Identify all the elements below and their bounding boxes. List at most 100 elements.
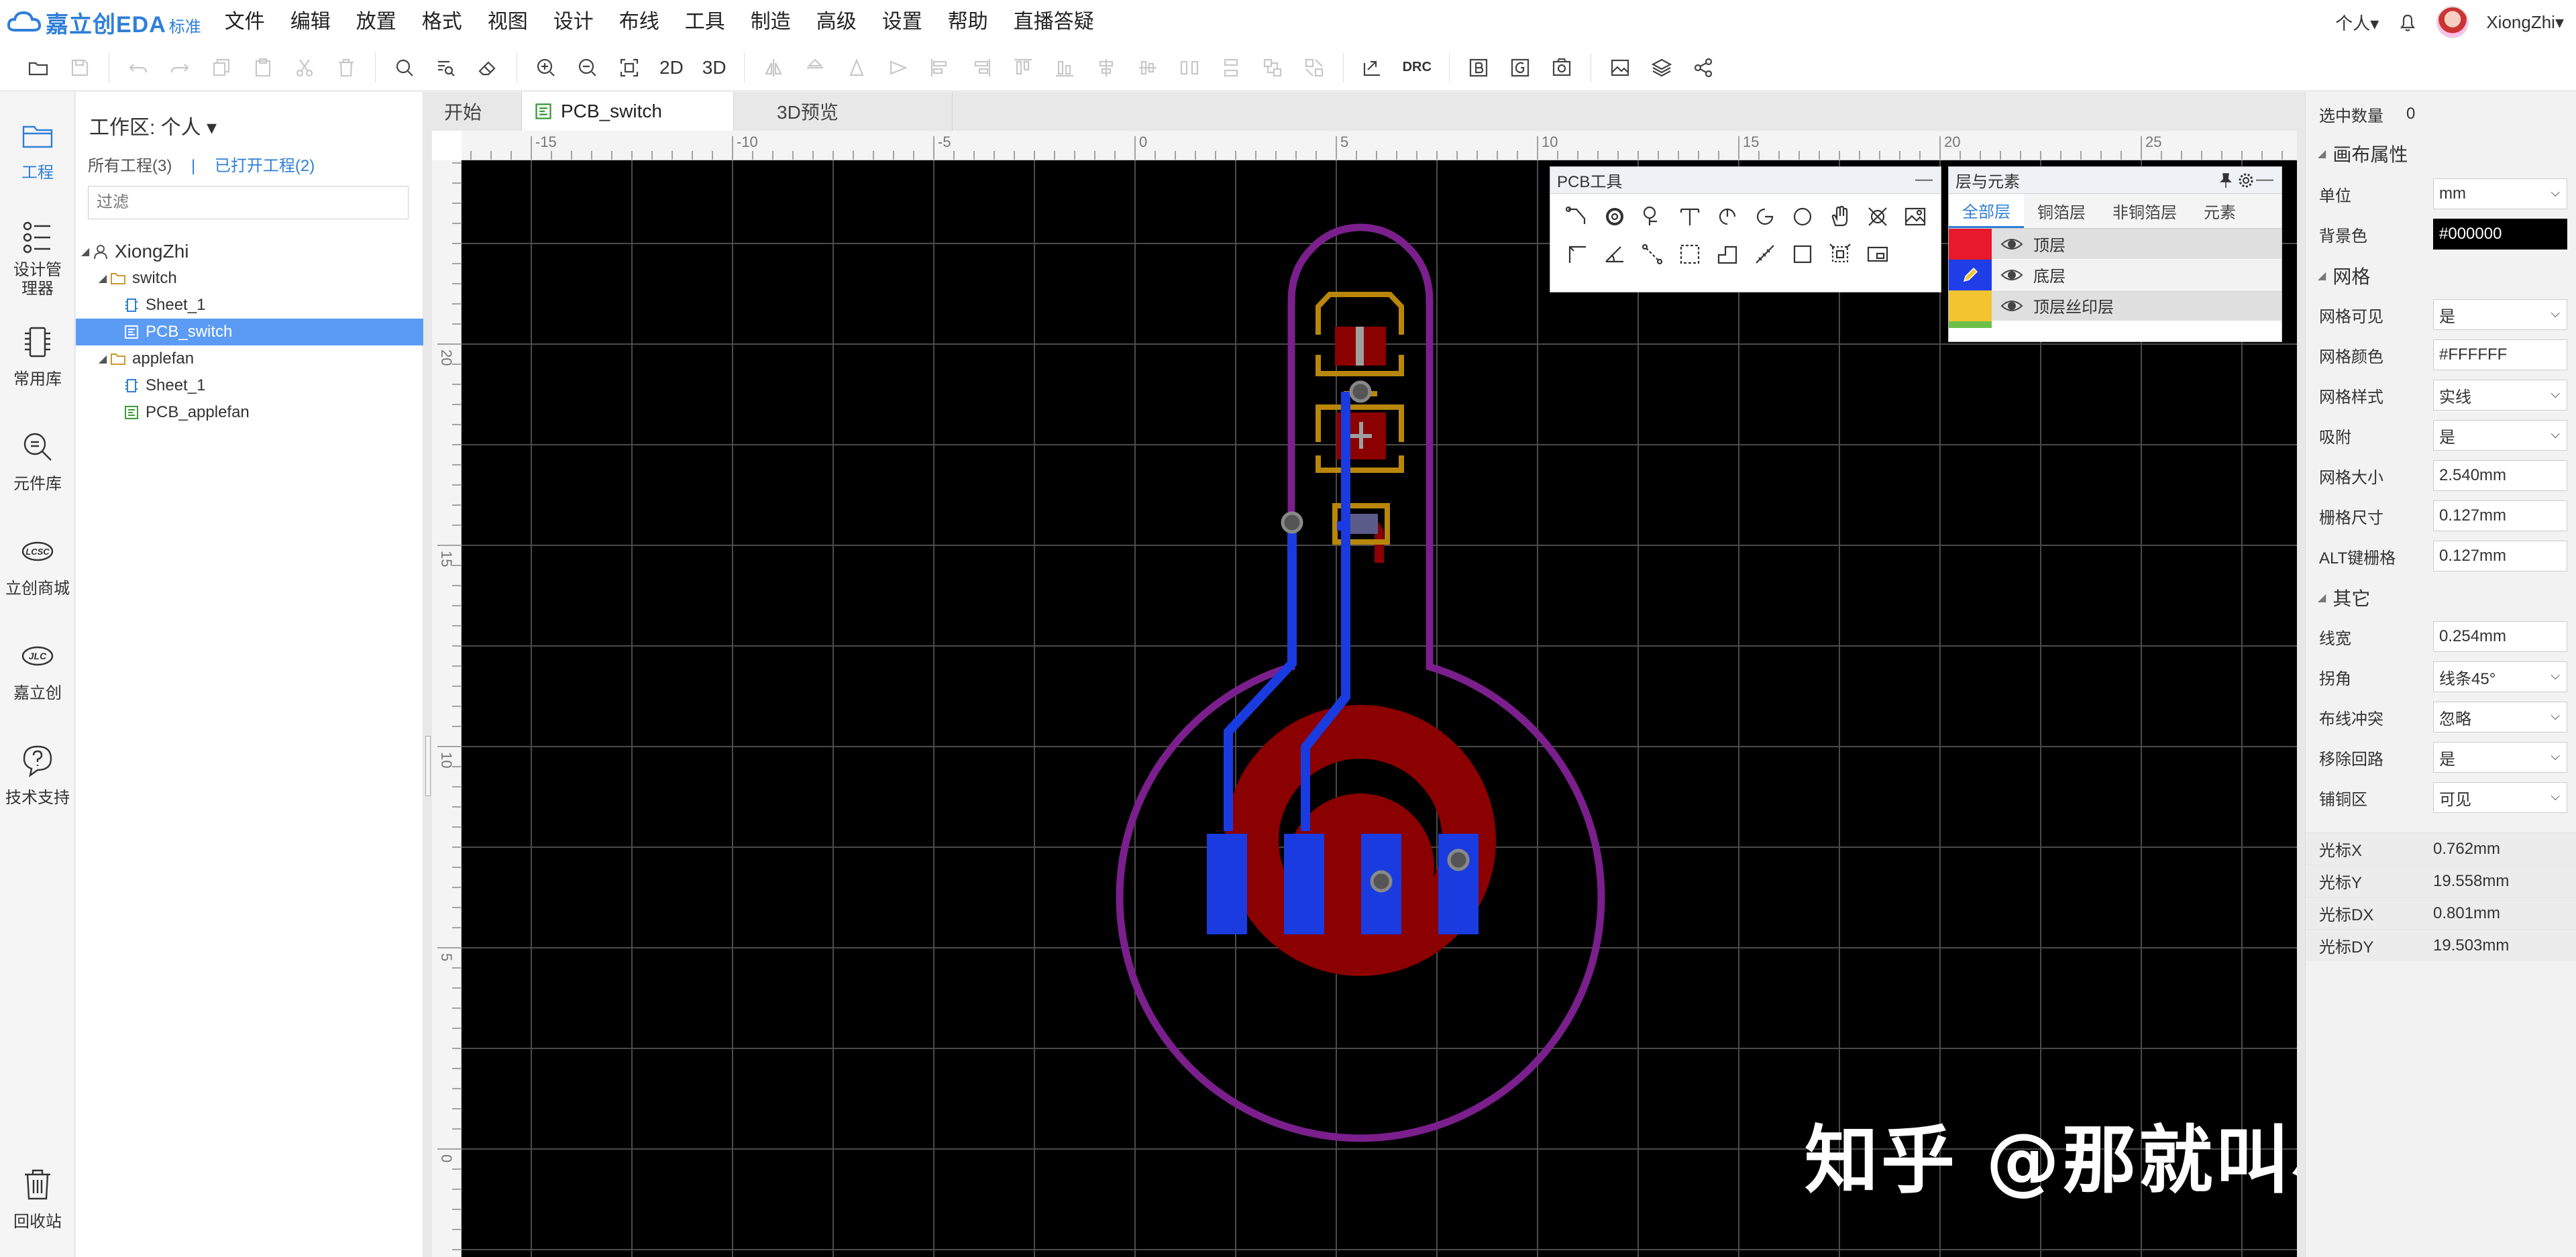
minimize-icon[interactable]: — xyxy=(1915,168,1933,189)
unit-select[interactable]: mm ⌵ xyxy=(2433,178,2567,209)
angle-tool[interactable] xyxy=(1596,235,1633,273)
tab-start[interactable]: 开始 xyxy=(432,92,522,131)
app-logo[interactable]: 嘉立创EDA 标准 xyxy=(0,0,201,44)
scope-dropdown[interactable]: 个人▾ xyxy=(2335,10,2379,35)
layer-color-swatch[interactable] xyxy=(1949,259,1992,290)
copy-button[interactable] xyxy=(206,52,237,83)
layer-tab-all[interactable]: 全部层 xyxy=(1949,194,2024,228)
all-projects-link[interactable]: 所有工程(3) xyxy=(88,157,172,175)
rail-support[interactable]: 技术支持 xyxy=(0,741,75,808)
layer-color-swatch[interactable] xyxy=(1949,228,1992,260)
clear-button[interactable] xyxy=(472,52,503,83)
tree-pcb-selected[interactable]: PCB_switch xyxy=(76,319,423,345)
filter-input[interactable] xyxy=(88,186,409,219)
grid-visible-select[interactable]: 是 ⌵ xyxy=(2433,299,2567,330)
copper-pour-tool[interactable] xyxy=(1821,235,1859,273)
avatar[interactable] xyxy=(2436,6,2469,38)
layer-color-swatch[interactable] xyxy=(1949,290,1992,321)
solid-region-tool[interactable] xyxy=(1709,235,1746,273)
view-2d-button[interactable]: 2D xyxy=(659,57,684,78)
collapse-arrow-icon[interactable]: ◢ xyxy=(96,272,109,285)
menu-advanced[interactable]: 高级 xyxy=(804,0,869,44)
tree-user-node[interactable]: ◢ XiongZhi xyxy=(76,238,423,265)
bell-icon[interactable] xyxy=(2396,11,2419,34)
align-right-button[interactable] xyxy=(966,52,997,83)
menu-live-qa[interactable]: 直播答疑 xyxy=(1001,0,1107,44)
menu-settings[interactable]: 设置 xyxy=(869,0,935,44)
username-dropdown[interactable]: XiongZhi▾ xyxy=(2486,12,2564,33)
line-width-input[interactable]: 0.254mm xyxy=(2433,621,2567,652)
properties-collapse-strip[interactable] xyxy=(2297,92,2305,1257)
measure-tool[interactable] xyxy=(1746,235,1784,273)
view-3d-button[interactable]: 3D xyxy=(702,57,727,78)
arc-center-tool[interactable] xyxy=(1746,198,1784,235)
region-tool[interactable] xyxy=(1671,235,1709,273)
eye-icon[interactable] xyxy=(2000,236,2024,252)
copper-pour-select[interactable]: 可见 ⌵ xyxy=(2433,782,2567,813)
tree-sheet[interactable]: Sheet_1 xyxy=(76,372,423,399)
pan-tool[interactable] xyxy=(1821,198,1859,235)
canvas-origin-tool[interactable] xyxy=(1859,235,1896,273)
menu-design[interactable]: 设计 xyxy=(541,0,606,44)
tree-sheet[interactable]: Sheet_1 xyxy=(76,292,423,319)
save-button[interactable] xyxy=(64,52,95,83)
distribute-h-button[interactable] xyxy=(1174,52,1205,83)
tree-folder-switch[interactable]: ◢ switch xyxy=(76,265,423,292)
delete-button[interactable] xyxy=(331,52,362,83)
rail-common-library[interactable]: 常用库 xyxy=(0,323,75,389)
pcb-tools-header[interactable]: PCB工具 — xyxy=(1550,167,1941,194)
layer-tab-copper[interactable]: 铜箔层 xyxy=(2024,194,2099,228)
circle-tool[interactable] xyxy=(1784,198,1821,235)
mirror-button[interactable] xyxy=(758,52,789,83)
ungroup-button[interactable] xyxy=(1299,52,1330,83)
snap-size-input[interactable]: 0.127mm xyxy=(2433,500,2567,531)
zoom-in-button[interactable] xyxy=(531,52,561,83)
panel-splitter[interactable] xyxy=(424,92,432,1257)
redo-button[interactable] xyxy=(164,52,195,83)
workspace-selector[interactable]: 工作区: 个人 ▾ xyxy=(89,111,217,140)
dimension-tool[interactable] xyxy=(1558,235,1596,273)
tree-folder-applefan[interactable]: ◢ applefan xyxy=(76,345,423,372)
section-grid[interactable]: ◢ 网格 xyxy=(2306,257,2576,294)
gerber-button[interactable] xyxy=(1505,52,1536,83)
section-other[interactable]: ◢ 其它 xyxy=(2306,579,2576,616)
image-button[interactable] xyxy=(1605,52,1635,83)
grid-size-input[interactable]: 2.540mm xyxy=(2433,460,2567,491)
pin-icon[interactable] xyxy=(2217,172,2235,189)
drc-button[interactable]: DRC xyxy=(1403,60,1432,75)
open-projects-link[interactable]: 已打开工程(2) xyxy=(215,157,315,175)
align-hcenter-button[interactable] xyxy=(1091,52,1122,83)
menu-format[interactable]: 格式 xyxy=(409,0,475,44)
grid-color-input[interactable]: #FFFFFF xyxy=(2433,339,2567,370)
text-tool[interactable] xyxy=(1671,198,1709,235)
group-button[interactable] xyxy=(1257,52,1288,83)
rail-lcsc-mall[interactable]: LCSC 立创商城 xyxy=(0,532,75,598)
rail-component-library[interactable]: 元件库 xyxy=(0,427,75,494)
rail-recycle-bin[interactable]: 回收站 xyxy=(0,1165,75,1232)
layer-tab-elements[interactable]: 元素 xyxy=(2190,194,2249,228)
menu-file[interactable]: 文件 xyxy=(212,0,278,44)
zoom-out-button[interactable] xyxy=(572,52,603,83)
menu-fabrication[interactable]: 制造 xyxy=(738,0,804,44)
menu-edit[interactable]: 编辑 xyxy=(278,0,343,44)
bom-button[interactable] xyxy=(1463,52,1494,83)
arc-tool[interactable] xyxy=(1709,198,1746,235)
minimize-icon[interactable]: — xyxy=(2256,168,2273,189)
pad-tool[interactable] xyxy=(1596,198,1633,235)
tab-3d-preview[interactable]: 3D预览 xyxy=(734,92,953,131)
eye-icon[interactable] xyxy=(2000,298,2024,314)
collapse-arrow-icon[interactable]: ◢ xyxy=(78,245,92,258)
layers-button[interactable] xyxy=(1646,52,1677,83)
open-folder-button[interactable] xyxy=(23,52,54,83)
background-color-input[interactable]: #000000 xyxy=(2433,219,2567,250)
wire-tool[interactable] xyxy=(1558,198,1596,235)
search-button[interactable] xyxy=(389,52,420,83)
find-replace-button[interactable] xyxy=(431,52,462,83)
layer-row-top-silk[interactable]: 顶层丝印层 xyxy=(1949,290,2282,321)
section-canvas-properties[interactable]: ◢ 画布属性 xyxy=(2306,135,2576,172)
gear-icon[interactable] xyxy=(2237,172,2255,189)
alt-snap-input[interactable]: 0.127mm xyxy=(2433,541,2567,571)
align-left-button[interactable] xyxy=(924,52,955,83)
menu-tools[interactable]: 工具 xyxy=(672,0,738,44)
align-vcenter-button[interactable] xyxy=(1132,52,1163,83)
